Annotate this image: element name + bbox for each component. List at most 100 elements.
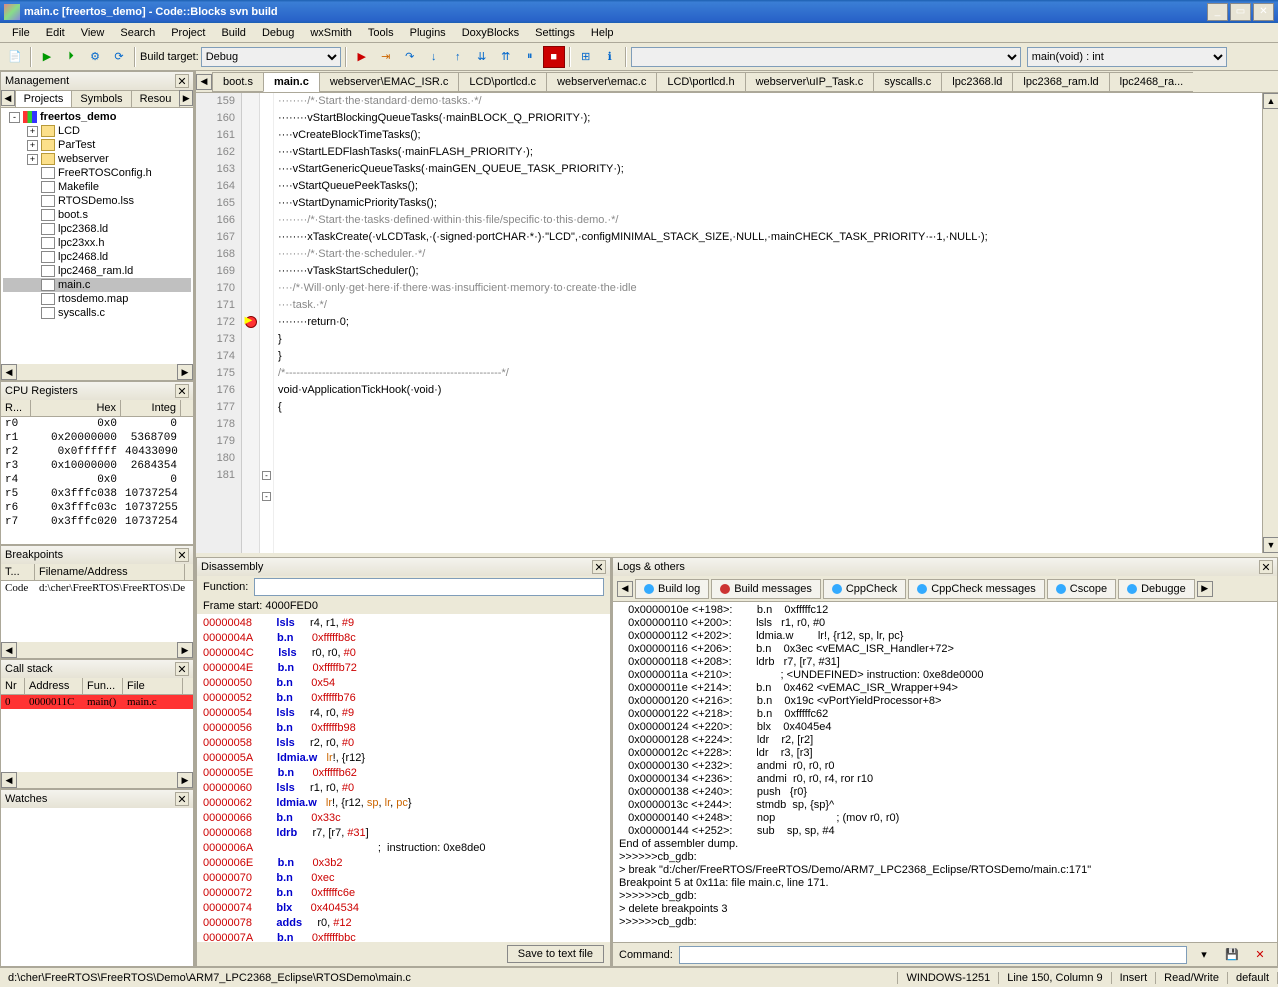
debug-run-cursor-button[interactable]: ⇥: [375, 46, 397, 68]
step-next-button[interactable]: ↷: [399, 46, 421, 68]
callstack-row[interactable]: 00000011Cmain()main.c: [1, 695, 193, 709]
tree-item[interactable]: lpc2468.ld: [3, 250, 191, 264]
tree-scroll-right[interactable]: ▶: [177, 364, 193, 380]
step-out-button[interactable]: ↑: [447, 46, 469, 68]
callstack-header[interactable]: Address: [25, 678, 83, 694]
tree-item[interactable]: +ParTest: [3, 138, 191, 152]
cpu-registers-close-button[interactable]: ✕: [175, 384, 189, 398]
step-instr2-button[interactable]: ⇈: [495, 46, 517, 68]
log-tab-cppcheck[interactable]: CppCheck: [823, 579, 906, 599]
new-file-button[interactable]: 📄: [4, 46, 26, 68]
register-row[interactable]: r70x3fffc02010737254: [1, 515, 193, 529]
disassembly-body[interactable]: 00000048 lsls r4, r1, #90000004A b.n 0xf…: [197, 614, 610, 942]
editor-scroll-down[interactable]: ▼: [1263, 537, 1278, 553]
tree-item[interactable]: lpc23xx.h: [3, 236, 191, 250]
build-button[interactable]: ⚙: [84, 46, 106, 68]
command-dropdown-button[interactable]: ▾: [1193, 944, 1215, 966]
editor-tab[interactable]: LCD\portlcd.c: [458, 72, 547, 92]
tree-item[interactable]: FreeRTOSConfig.h: [3, 166, 191, 180]
debug-run-button[interactable]: ▶: [351, 46, 373, 68]
tree-item[interactable]: syscalls.c: [3, 306, 191, 320]
command-input[interactable]: [679, 946, 1187, 964]
editor-tab-scroll-left[interactable]: ◀: [196, 74, 212, 90]
management-tab-projects[interactable]: Projects: [15, 90, 73, 107]
tree-item[interactable]: +LCD: [3, 124, 191, 138]
management-tab-symbols[interactable]: Symbols: [71, 90, 131, 107]
tree-item[interactable]: rtosdemo.map: [3, 292, 191, 306]
editor-tab[interactable]: webserver\EMAC_ISR.c: [319, 72, 460, 92]
bp-scroll-right[interactable]: ▶: [177, 642, 193, 658]
logs-close-button[interactable]: ✕: [1259, 560, 1273, 574]
cs-scroll-left[interactable]: ◀: [1, 772, 17, 788]
editor-tab[interactable]: lpc2368_ram.ld: [1012, 72, 1109, 92]
tree-item[interactable]: main.c: [3, 278, 191, 292]
register-row[interactable]: r00x00: [1, 417, 193, 431]
watches-body[interactable]: [1, 808, 193, 966]
callstack-header[interactable]: Nr: [1, 678, 25, 694]
maximize-button[interactable]: ▭: [1230, 3, 1251, 21]
fold-icon[interactable]: -: [262, 492, 271, 501]
register-row[interactable]: r50x3fffc03810737254: [1, 487, 193, 501]
breakpoint-header[interactable]: T...: [1, 564, 35, 580]
callstack-grid[interactable]: NrAddressFun...File 00000011Cmain()main.…: [1, 678, 193, 772]
tree-item[interactable]: boot.s: [3, 208, 191, 222]
symbol-select[interactable]: main(void) : int: [1027, 47, 1227, 67]
log-tab-cppcheck-messages[interactable]: CppCheck messages: [908, 579, 1045, 599]
menu-settings[interactable]: Settings: [527, 25, 583, 41]
callstack-close-button[interactable]: ✕: [175, 662, 189, 676]
management-tab-resou[interactable]: Resou: [131, 90, 181, 107]
editor-tab[interactable]: webserver\uIP_Task.c: [745, 72, 875, 92]
management-close-button[interactable]: ✕: [175, 74, 189, 88]
rebuild-button[interactable]: ⟳: [108, 46, 130, 68]
tree-expand-icon[interactable]: +: [27, 140, 38, 151]
build-target-select[interactable]: Debug: [201, 47, 341, 67]
menu-view[interactable]: View: [73, 25, 113, 41]
tab-scroll-right-button[interactable]: ▶: [179, 90, 193, 106]
fold-icon[interactable]: -: [262, 471, 271, 480]
menu-help[interactable]: Help: [583, 25, 622, 41]
editor-scroll-up[interactable]: ▲: [1263, 93, 1278, 109]
register-header[interactable]: Integ: [121, 400, 181, 416]
log-tab-scroll-left[interactable]: ◀: [617, 581, 633, 597]
cs-scroll-right[interactable]: ▶: [177, 772, 193, 788]
breakpoints-close-button[interactable]: ✕: [175, 548, 189, 562]
menu-search[interactable]: Search: [112, 25, 163, 41]
log-body[interactable]: 0x0000010e <+198>: b.n 0xfffffc12 0x0000…: [613, 602, 1277, 942]
editor-tab[interactable]: boot.s: [212, 72, 264, 92]
menu-debug[interactable]: Debug: [254, 25, 302, 41]
menu-file[interactable]: File: [4, 25, 38, 41]
callstack-header[interactable]: File: [123, 678, 183, 694]
log-tab-cscope[interactable]: Cscope: [1047, 579, 1116, 599]
register-header[interactable]: R...: [1, 400, 31, 416]
log-save-icon[interactable]: 💾: [1221, 944, 1243, 966]
breakpoint-marker-icon[interactable]: [245, 316, 257, 328]
cpu-registers-grid[interactable]: R...HexInteg r00x00r10x200000005368709r2…: [1, 400, 193, 544]
log-tab-build-messages[interactable]: Build messages: [711, 579, 821, 599]
tree-expand-icon[interactable]: +: [27, 126, 38, 137]
menu-tools[interactable]: Tools: [360, 25, 402, 41]
log-clear-icon[interactable]: ✕: [1249, 944, 1271, 966]
log-tab-scroll-right[interactable]: ▶: [1197, 581, 1213, 597]
menu-project[interactable]: Project: [163, 25, 213, 41]
break-button[interactable]: ⏸: [519, 46, 541, 68]
run-green-button[interactable]: ▶: [36, 46, 58, 68]
stop-button[interactable]: ■: [543, 46, 565, 68]
step-instr-button[interactable]: ⇊: [471, 46, 493, 68]
register-header[interactable]: Hex: [31, 400, 121, 416]
code-editor[interactable]: 1591601611621631641651661671681691701711…: [196, 93, 1278, 553]
tree-item[interactable]: Makefile: [3, 180, 191, 194]
tree-expand-icon[interactable]: +: [27, 154, 38, 165]
editor-tab[interactable]: main.c: [263, 72, 320, 92]
editor-tab[interactable]: lpc2468_ra...: [1109, 72, 1194, 92]
callstack-header[interactable]: Fun...: [83, 678, 123, 694]
function-input[interactable]: [254, 578, 604, 596]
tree-item[interactable]: lpc2368.ld: [3, 222, 191, 236]
breakpoint-row[interactable]: Coded:\cher\FreeRTOS\FreeRTOS\De: [1, 581, 193, 595]
debug-info-button[interactable]: ℹ: [599, 46, 621, 68]
editor-tab[interactable]: LCD\portlcd.h: [656, 72, 745, 92]
disassembly-close-button[interactable]: ✕: [592, 560, 606, 574]
bp-scroll-left[interactable]: ◀: [1, 642, 17, 658]
debug-windows-button[interactable]: ⊞: [575, 46, 597, 68]
run-green2-button[interactable]: ⏵: [60, 46, 82, 68]
breakpoint-header[interactable]: Filename/Address: [35, 564, 185, 580]
